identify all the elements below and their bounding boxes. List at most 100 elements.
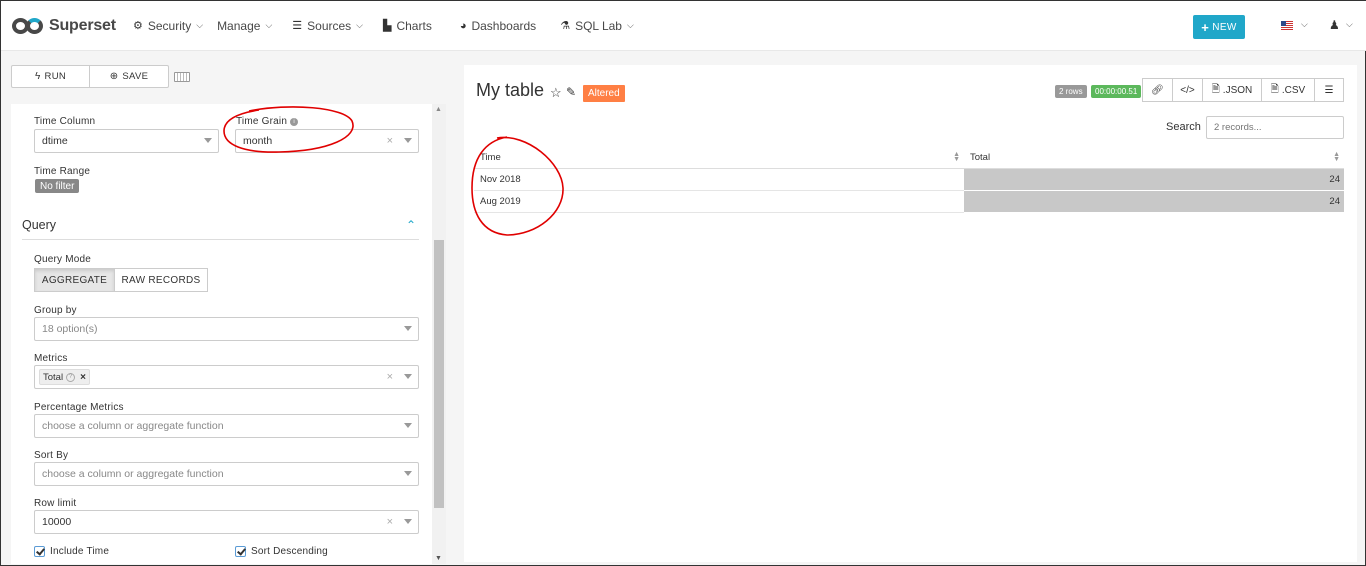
hamburger-icon: ☰ bbox=[1324, 84, 1334, 96]
dashboard-icon: ◕ bbox=[459, 19, 467, 32]
nav-charts[interactable]: ▙ Charts bbox=[383, 19, 432, 33]
info-icon[interactable]: i bbox=[290, 118, 299, 126]
time-grain-label: Time Grain i bbox=[236, 116, 299, 127]
group-by-select[interactable]: 18 option(s) bbox=[34, 317, 419, 341]
keyboard-icon[interactable] bbox=[174, 71, 190, 82]
remove-tag-icon[interactable]: × bbox=[80, 372, 86, 383]
cell-total: 24 bbox=[964, 168, 1344, 191]
bar-chart-icon: ▙ bbox=[383, 20, 392, 32]
file-icon: 🗎︎ bbox=[1270, 83, 1279, 95]
link-icon: 🔗︎ bbox=[1151, 84, 1164, 96]
run-button[interactable]: ϟ RUN bbox=[11, 65, 90, 88]
csv-export-button[interactable]: 🗎︎ .CSV bbox=[1261, 78, 1315, 102]
sort-icon: ▲ ▼ bbox=[1333, 151, 1340, 163]
new-button[interactable]: + NEW bbox=[1193, 15, 1245, 39]
nav-manage[interactable]: Manage ⌵ bbox=[217, 19, 272, 33]
metrics-label: Metrics bbox=[34, 353, 68, 364]
time-range-value[interactable]: No filter bbox=[35, 179, 80, 193]
plus-circle-icon: ⊕ bbox=[109, 71, 119, 82]
nav-dashboards[interactable]: ◕ Dashboards bbox=[460, 19, 536, 33]
column-header-total[interactable]: Total ▲ ▼ bbox=[964, 147, 1344, 169]
clear-icon[interactable]: × bbox=[387, 516, 393, 528]
language-chevron-down-icon[interactable]: ⌵ bbox=[1301, 19, 1308, 30]
question-icon: ? bbox=[66, 372, 76, 382]
time-column-select[interactable]: dtime bbox=[34, 129, 219, 153]
cell-time: Nov 2018 bbox=[474, 168, 964, 191]
query-time-badge: 00:00:00.51 bbox=[1091, 85, 1142, 98]
superset-logo-icon bbox=[12, 17, 46, 35]
chart-panel: My table ☆ ✎ Altered 2 rows 00:00:00.51 … bbox=[464, 65, 1357, 562]
row-limit-select[interactable]: 10000 × bbox=[34, 510, 419, 534]
chart-actions: 🔗︎ </> 🗎︎ .JSON 🗎︎ .CSV ☰ bbox=[1142, 78, 1344, 102]
brand-name: Superset bbox=[49, 16, 116, 34]
nav-sources[interactable]: ☰ Sources ⌵ bbox=[292, 19, 363, 33]
chevron-down-icon: ⌵ bbox=[196, 20, 204, 30]
edit-icon[interactable]: ✎ bbox=[566, 85, 576, 99]
dropdown-arrow-icon bbox=[404, 519, 412, 524]
scroll-down-icon[interactable]: ▼ bbox=[435, 555, 442, 562]
sort-by-label: Sort By bbox=[34, 450, 69, 461]
time-range-label: Time Range bbox=[34, 166, 91, 177]
chevron-down-icon: ⌵ bbox=[626, 20, 634, 30]
sort-icon: ▲ ▼ bbox=[953, 151, 960, 163]
altered-badge[interactable]: Altered bbox=[583, 85, 625, 102]
query-mode-aggregate[interactable]: AGGREGATE bbox=[34, 268, 115, 292]
brand-link[interactable]: Superset bbox=[12, 17, 124, 35]
code-icon: </> bbox=[1180, 84, 1195, 96]
dropdown-arrow-icon bbox=[404, 471, 412, 476]
plus-icon: + bbox=[1201, 19, 1210, 35]
metrics-select[interactable]: Total ? × × bbox=[34, 365, 419, 389]
search-label: Search bbox=[1166, 121, 1201, 133]
data-table: Time ▲ ▼ Total ▲ ▼ Nov 2018 24 Aug 2019 24 bbox=[474, 147, 1344, 213]
control-panel-scrollbar[interactable]: ▲ ▼ bbox=[432, 104, 446, 564]
query-section-header[interactable]: Query ⌃ bbox=[22, 218, 419, 240]
cell-time: Aug 2019 bbox=[474, 190, 964, 213]
menu-button[interactable]: ☰ bbox=[1314, 78, 1344, 102]
nav-security[interactable]: ⚙ Security ⌵ bbox=[133, 19, 203, 33]
action-bar: ϟ RUN ⊕ SAVE bbox=[11, 65, 190, 88]
percentage-metrics-select[interactable]: choose a column or aggregate function bbox=[34, 414, 419, 438]
include-time-checkbox[interactable]: Include Time bbox=[34, 546, 109, 557]
metric-tag-total[interactable]: Total ? × bbox=[39, 369, 90, 385]
query-mode-label: Query Mode bbox=[34, 254, 92, 265]
checkbox-checked-icon[interactable] bbox=[34, 546, 45, 557]
chevron-down-icon: ⌵ bbox=[356, 20, 363, 30]
checkbox-checked-icon[interactable] bbox=[235, 546, 246, 557]
chevron-down-icon: ⌵ bbox=[265, 20, 273, 30]
star-icon[interactable]: ☆ bbox=[550, 85, 562, 101]
dropdown-arrow-icon bbox=[404, 374, 412, 379]
group-by-label: Group by bbox=[34, 305, 77, 316]
dropdown-arrow-icon bbox=[204, 138, 212, 143]
nav-sql-lab[interactable]: ⚗ SQL Lab ⌵ bbox=[560, 19, 634, 33]
time-grain-select[interactable]: month × bbox=[235, 129, 419, 153]
save-button[interactable]: ⊕ SAVE bbox=[90, 65, 169, 88]
dropdown-arrow-icon bbox=[404, 138, 412, 143]
search-input[interactable] bbox=[1206, 116, 1344, 139]
query-mode-raw-records[interactable]: RAW RECORDS bbox=[115, 268, 208, 292]
json-export-button[interactable]: 🗎︎ .JSON bbox=[1202, 78, 1262, 102]
database-icon: ☰ bbox=[292, 20, 303, 32]
chart-title[interactable]: My table bbox=[476, 80, 544, 101]
table-row: Nov 2018 24 bbox=[474, 168, 1344, 191]
us-flag-icon[interactable] bbox=[1281, 21, 1293, 30]
column-header-time[interactable]: Time ▲ ▼ bbox=[474, 147, 964, 169]
scroll-up-icon[interactable]: ▲ bbox=[435, 106, 442, 113]
row-count-badge: 2 rows bbox=[1055, 85, 1087, 98]
percentage-metrics-label: Percentage Metrics bbox=[34, 402, 124, 413]
time-column-label: Time Column bbox=[34, 116, 96, 127]
user-chevron-down-icon[interactable]: ⌵ bbox=[1346, 19, 1353, 30]
clear-icon[interactable]: × bbox=[387, 371, 393, 383]
sort-descending-checkbox[interactable]: Sort Descending bbox=[235, 546, 328, 557]
user-icon[interactable]: ♟ bbox=[1329, 18, 1340, 32]
top-navbar: Superset ⚙ Security ⌵ Manage ⌵ ☰ Sources… bbox=[1, 1, 1366, 51]
table-header-row: Time ▲ ▼ Total ▲ ▼ bbox=[474, 147, 1344, 169]
clear-icon[interactable]: × bbox=[387, 135, 393, 147]
bolt-icon: ϟ bbox=[34, 71, 41, 82]
sort-by-select[interactable]: choose a column or aggregate function bbox=[34, 462, 419, 486]
file-icon: 🗎︎ bbox=[1211, 83, 1220, 95]
table-row: Aug 2019 24 bbox=[474, 190, 1344, 213]
dropdown-arrow-icon bbox=[404, 423, 412, 428]
embed-code-button[interactable]: </> bbox=[1172, 78, 1203, 102]
scrollbar-thumb[interactable] bbox=[434, 240, 444, 508]
link-button[interactable]: 🔗︎ bbox=[1142, 78, 1173, 102]
